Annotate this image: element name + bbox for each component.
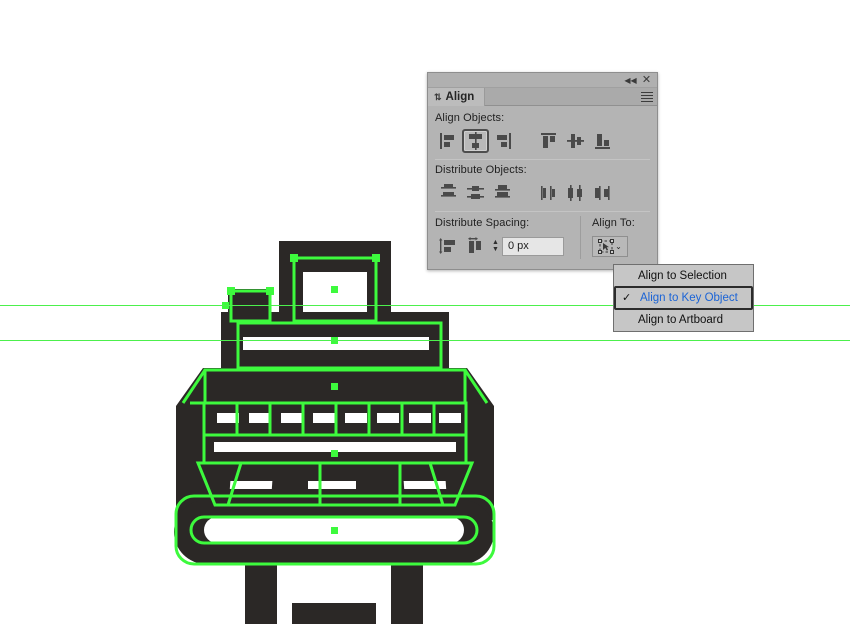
tab-arrows-icon: ⇅ xyxy=(434,92,442,102)
bottom-area: Distribute Spacing: ▲ ▼ 0 px Align To: ⌄ xyxy=(435,216,650,259)
horizontal-align-left-button[interactable] xyxy=(435,129,462,153)
section-divider-1 xyxy=(435,159,650,160)
distribute-spacing-column: Distribute Spacing: ▲ ▼ 0 px xyxy=(435,216,580,259)
distribute-spacing-label: Distribute Spacing: xyxy=(435,217,530,229)
menu-item-label: Align to Artboard xyxy=(638,314,724,326)
close-icon[interactable]: ✕ xyxy=(640,74,653,87)
vertical-distribute-center-button[interactable] xyxy=(462,181,489,205)
horizontal-align-right-button[interactable] xyxy=(489,129,516,153)
align-to-controls: ⌄ xyxy=(592,233,650,259)
horizontal-distribute-right-button[interactable] xyxy=(589,181,616,205)
horizontal-distribute-left-button[interactable] xyxy=(535,181,562,205)
panel-body: Align Objects: Distribute Objects: Distr… xyxy=(428,106,657,259)
horizontal-align-center-button[interactable] xyxy=(462,129,489,153)
menu-item-align-to-key-object[interactable]: ✓ Align to Key Object xyxy=(614,286,753,310)
panel-title: Align xyxy=(445,91,475,103)
section-divider-2 xyxy=(435,211,650,212)
tab-align[interactable]: ⇅ Align xyxy=(428,88,486,106)
menu-item-label: Align to Selection xyxy=(638,270,727,282)
spacing-stepper[interactable]: ▲ ▼ xyxy=(489,237,502,256)
align-to-key-object-icon xyxy=(598,238,615,254)
menu-item-label: Align to Key Object xyxy=(640,292,738,304)
chevron-down-icon: ⌄ xyxy=(615,241,622,251)
align-panel[interactable]: ◀◀ ✕ ⇅ Align Align Objects: Distribute O… xyxy=(427,72,658,270)
align-objects-buttons xyxy=(435,128,650,154)
spacing-input[interactable]: 0 px xyxy=(502,236,564,256)
vertical-align-center-button[interactable] xyxy=(562,129,589,153)
align-objects-label: Align Objects: xyxy=(435,112,505,124)
vertical-distribute-top-button[interactable] xyxy=(435,181,462,205)
horizontal-guide-lower[interactable] xyxy=(0,340,850,341)
artwork-shapes xyxy=(103,241,574,624)
distribute-objects-label: Distribute Objects: xyxy=(435,164,527,176)
distribute-objects-buttons xyxy=(435,180,650,206)
illustrator-canvas: ◀◀ ✕ ⇅ Align Align Objects: Distribute O… xyxy=(0,0,850,624)
align-to-label: Align To: xyxy=(592,217,635,229)
horizontal-distribute-space-button[interactable] xyxy=(462,234,489,258)
distribute-spacing-controls: ▲ ▼ 0 px xyxy=(435,233,580,259)
panel-tab-row: ⇅ Align xyxy=(428,88,657,106)
vertical-distribute-bottom-button[interactable] xyxy=(489,181,516,205)
align-to-dropdown-button[interactable]: ⌄ xyxy=(592,235,628,257)
collapse-icon[interactable]: ◀◀ xyxy=(624,74,637,87)
align-to-menu[interactable]: Align to Selection ✓ Align to Key Object… xyxy=(613,264,754,332)
align-to-column: Align To: ⌄ xyxy=(580,216,650,259)
horizontal-distribute-center-button[interactable] xyxy=(562,181,589,205)
panel-menu-icon[interactable] xyxy=(641,92,653,102)
panel-titlebar[interactable]: ◀◀ ✕ xyxy=(428,73,657,88)
vertical-align-bottom-button[interactable] xyxy=(589,129,616,153)
menu-item-align-to-artboard[interactable]: Align to Artboard xyxy=(614,309,753,331)
check-icon: ✓ xyxy=(622,292,632,304)
vertical-align-top-button[interactable] xyxy=(535,129,562,153)
menu-item-align-to-selection[interactable]: Align to Selection xyxy=(614,265,753,287)
vertical-distribute-space-button[interactable] xyxy=(435,234,462,258)
